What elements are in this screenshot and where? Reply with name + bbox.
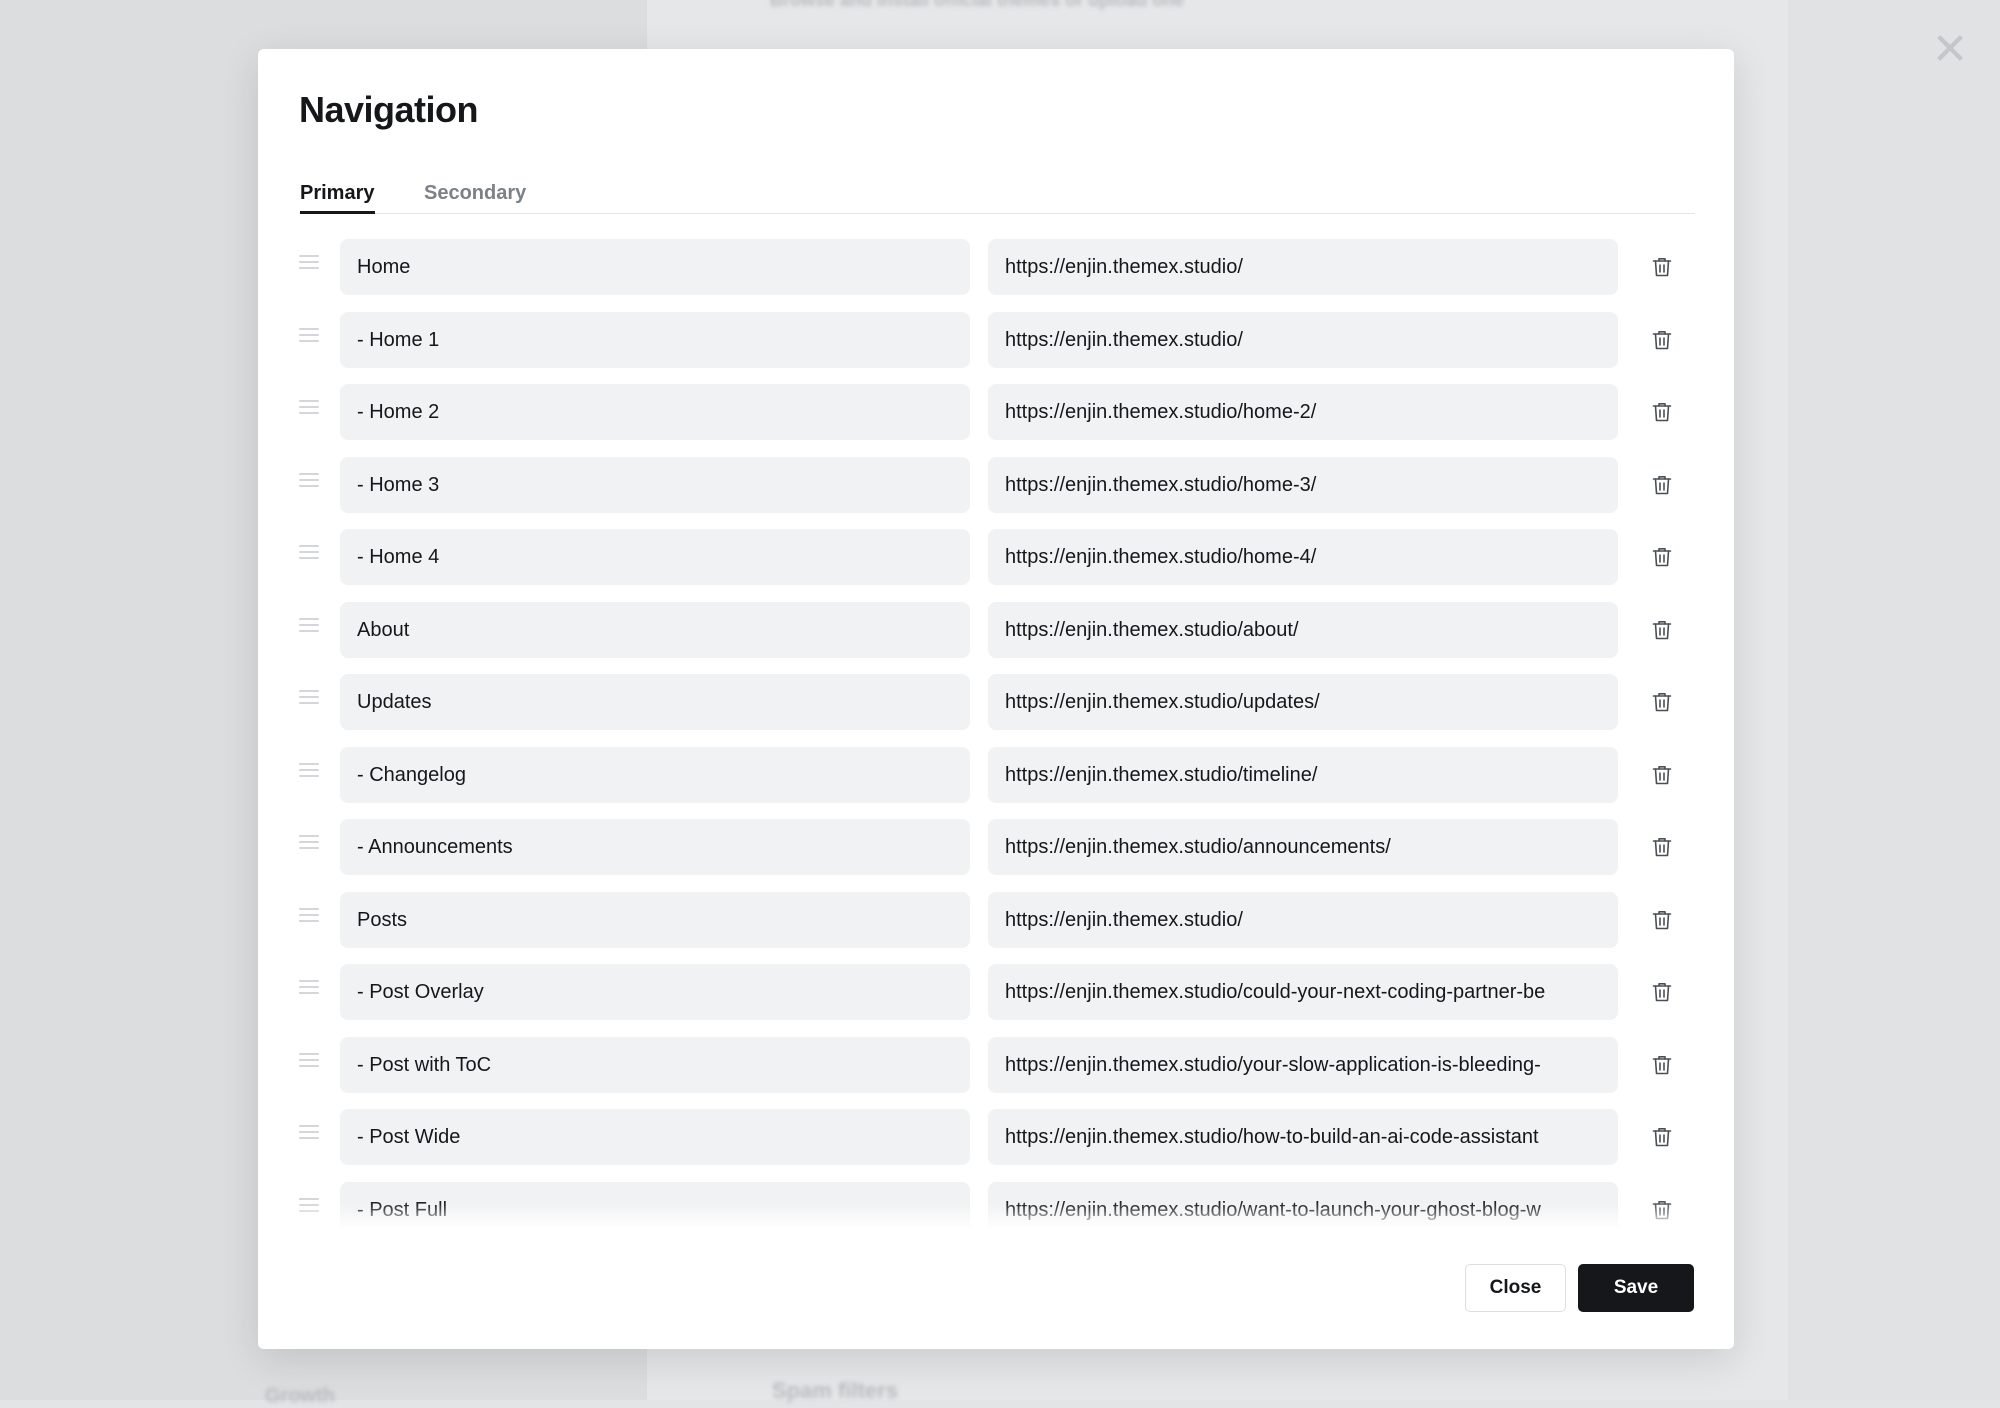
- background-header-text: Browse and install official themes or up…: [770, 0, 1185, 10]
- tab-primary[interactable]: Primary: [300, 173, 375, 214]
- drag-handle-icon[interactable]: [299, 980, 319, 996]
- trash-icon[interactable]: [1650, 980, 1674, 1004]
- trash-icon[interactable]: [1650, 545, 1674, 569]
- drag-handle-icon[interactable]: [299, 908, 319, 924]
- item-label-input[interactable]: [340, 239, 970, 295]
- navigation-item-row: [258, 529, 1734, 585]
- trash-icon[interactable]: [1650, 473, 1674, 497]
- modal-footer: Close Save: [258, 1227, 1734, 1349]
- trash-icon[interactable]: [1650, 908, 1674, 932]
- drag-handle-icon[interactable]: [299, 1125, 319, 1141]
- item-label-input[interactable]: [340, 602, 970, 658]
- item-url-input[interactable]: [988, 1109, 1618, 1165]
- item-url-input[interactable]: [988, 747, 1618, 803]
- drag-handle-icon[interactable]: [299, 1198, 319, 1214]
- drag-handle-icon[interactable]: [299, 545, 319, 561]
- navigation-item-row: [258, 747, 1734, 803]
- item-label-input[interactable]: [340, 529, 970, 585]
- close-button[interactable]: Close: [1465, 1264, 1566, 1312]
- item-url-input[interactable]: [988, 384, 1618, 440]
- navigation-item-row: [258, 602, 1734, 658]
- close-icon[interactable]: ✕: [1930, 28, 1970, 72]
- trash-icon[interactable]: [1650, 1198, 1674, 1222]
- item-url-input[interactable]: [988, 819, 1618, 875]
- navigation-item-row: [258, 1037, 1734, 1093]
- tab-bar: Primary Secondary: [299, 173, 1695, 214]
- trash-icon[interactable]: [1650, 763, 1674, 787]
- drag-handle-icon[interactable]: [299, 690, 319, 706]
- background-right-pane: [1788, 0, 2000, 1400]
- navigation-item-row: [258, 312, 1734, 368]
- navigation-item-row: [258, 819, 1734, 875]
- item-label-input[interactable]: [340, 674, 970, 730]
- background-left-item: Growth: [265, 1385, 335, 1407]
- navigation-item-row: [258, 674, 1734, 730]
- item-label-input[interactable]: [340, 964, 970, 1020]
- drag-handle-icon[interactable]: [299, 400, 319, 416]
- drag-handle-icon[interactable]: [299, 328, 319, 344]
- trash-icon[interactable]: [1650, 400, 1674, 424]
- item-url-input[interactable]: [988, 239, 1618, 295]
- item-url-input[interactable]: [988, 892, 1618, 948]
- trash-icon[interactable]: [1650, 1053, 1674, 1077]
- item-label-input[interactable]: [340, 892, 970, 948]
- drag-handle-icon[interactable]: [299, 618, 319, 634]
- item-label-input[interactable]: [340, 819, 970, 875]
- background-section-label: Spam filters: [772, 1378, 898, 1403]
- navigation-item-row: [258, 1109, 1734, 1165]
- item-label-input[interactable]: [340, 312, 970, 368]
- item-url-input[interactable]: [988, 529, 1618, 585]
- navigation-item-row: [258, 457, 1734, 513]
- item-url-input[interactable]: [988, 674, 1618, 730]
- item-label-input[interactable]: [340, 384, 970, 440]
- trash-icon[interactable]: [1650, 328, 1674, 352]
- trash-icon[interactable]: [1650, 1125, 1674, 1149]
- navigation-item-row: [258, 239, 1734, 295]
- item-url-input[interactable]: [988, 1037, 1618, 1093]
- navigation-item-list: [258, 239, 1734, 1276]
- trash-icon[interactable]: [1650, 618, 1674, 642]
- tab-secondary[interactable]: Secondary: [424, 173, 526, 213]
- drag-handle-icon[interactable]: [299, 763, 319, 779]
- navigation-item-row: [258, 892, 1734, 948]
- navigation-item-row: [258, 964, 1734, 1020]
- trash-icon[interactable]: [1650, 690, 1674, 714]
- item-url-input[interactable]: [988, 964, 1618, 1020]
- drag-handle-icon[interactable]: [299, 1053, 319, 1069]
- drag-handle-icon[interactable]: [299, 255, 319, 271]
- drag-handle-icon[interactable]: [299, 835, 319, 851]
- item-url-input[interactable]: [988, 457, 1618, 513]
- item-url-input[interactable]: [988, 602, 1618, 658]
- navigation-item-row: [258, 384, 1734, 440]
- item-label-input[interactable]: [340, 457, 970, 513]
- item-label-input[interactable]: [340, 1109, 970, 1165]
- trash-icon[interactable]: [1650, 255, 1674, 279]
- item-label-input[interactable]: [340, 747, 970, 803]
- navigation-modal: Navigation Primary Secondary Close Save: [258, 49, 1734, 1349]
- save-button[interactable]: Save: [1578, 1264, 1694, 1312]
- drag-handle-icon[interactable]: [299, 473, 319, 489]
- modal-title: Navigation: [299, 89, 479, 130]
- trash-icon[interactable]: [1650, 835, 1674, 859]
- item-label-input[interactable]: [340, 1037, 970, 1093]
- item-url-input[interactable]: [988, 312, 1618, 368]
